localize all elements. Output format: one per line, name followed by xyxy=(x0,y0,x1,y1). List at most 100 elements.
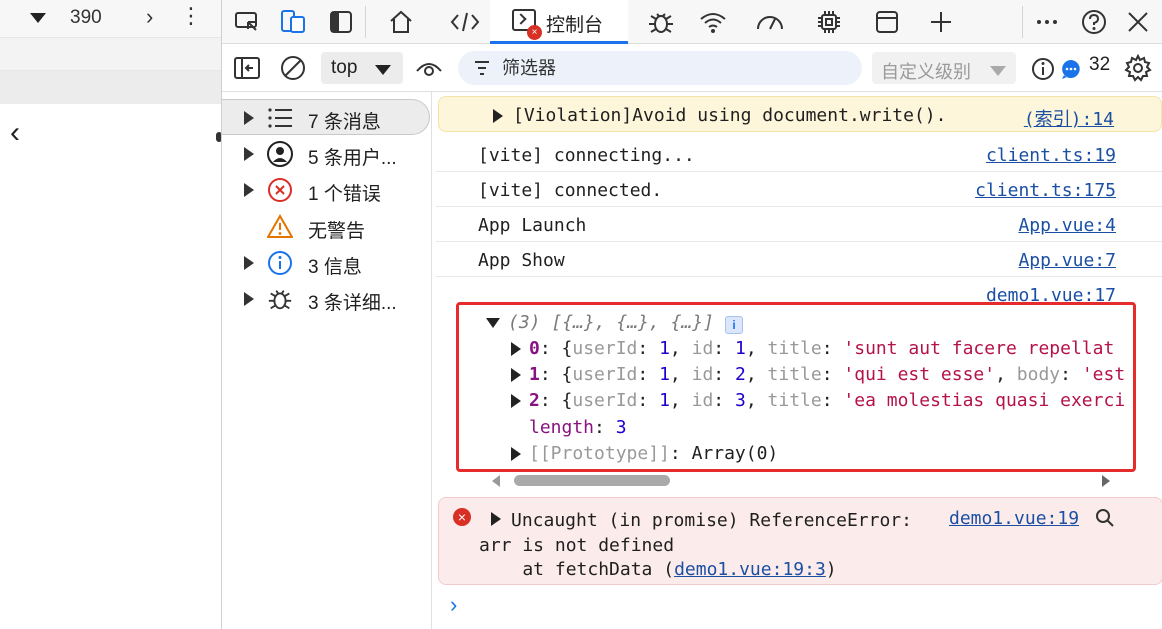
home-icon[interactable] xyxy=(386,7,416,37)
console-row: [vite] connected. client.ts:175 xyxy=(436,172,1162,207)
device-toolbar: 390 › ⋮ xyxy=(0,0,221,38)
console-messages: [Violation]Avoid using document.write().… xyxy=(436,92,1162,629)
array-prototype[interactable]: [[Prototype]]: Array(0) xyxy=(529,443,778,464)
stack-source-link[interactable]: demo1.vue:19:3 xyxy=(674,559,826,580)
console-row: App Show App.vue:7 xyxy=(436,242,1162,277)
info-icon[interactable] xyxy=(1028,54,1058,84)
error-stack: at fetchData (demo1.vue:19:3) xyxy=(479,559,837,580)
tab-console-label: 控制台 xyxy=(546,15,604,36)
error-icon: × xyxy=(453,508,471,526)
filter-icon xyxy=(475,61,489,75)
network-wifi-icon[interactable] xyxy=(698,7,728,37)
elements-icon[interactable] xyxy=(450,7,480,37)
sidebar-item-label: 1 个错误 xyxy=(308,184,381,205)
array-summary[interactable]: (3) [{…}, {…}, {…}] xyxy=(508,312,714,333)
sidebar-item-info[interactable]: 3 信息 xyxy=(222,245,430,281)
search-issue-icon[interactable] xyxy=(1095,508,1115,528)
message-text: [Violation]Avoid using document.write(). xyxy=(513,105,947,126)
sidebar-item-label: 7 条消息 xyxy=(308,112,381,133)
collapse-triangle-icon[interactable] xyxy=(486,318,500,328)
device-toolbar-icon[interactable] xyxy=(278,7,308,37)
info-badge-icon[interactable]: i xyxy=(725,316,743,334)
performance-gauge-icon[interactable] xyxy=(755,7,785,37)
sidebar-item-label: 3 条详细... xyxy=(308,293,397,314)
expand-triangle-icon[interactable] xyxy=(244,147,254,161)
array-item[interactable]: 2: {userId: 1, id: 3, title: 'ea molesti… xyxy=(529,390,1125,411)
source-link[interactable]: demo1.vue:19 xyxy=(949,508,1079,529)
bug-icon xyxy=(268,290,292,310)
page-header-strip xyxy=(0,38,221,71)
sidebar-item-user-messages[interactable]: 5 条用户... xyxy=(222,136,430,172)
sidebar-item-label: 5 条用户... xyxy=(308,148,397,169)
device-width-value[interactable]: 390 xyxy=(70,7,102,29)
scroll-right-icon[interactable] xyxy=(1102,475,1110,487)
user-icon xyxy=(267,141,293,167)
clear-console-icon[interactable] xyxy=(278,53,308,83)
page-navbar: ‹ xyxy=(0,104,222,162)
application-panel-icon[interactable] xyxy=(872,7,902,37)
back-arrow-icon[interactable]: ‹ xyxy=(10,116,20,150)
expand-triangle-icon[interactable] xyxy=(511,394,521,408)
source-link[interactable]: App.vue:7 xyxy=(1018,250,1116,271)
dimensions-dropdown[interactable] xyxy=(30,13,46,23)
help-icon[interactable] xyxy=(1079,7,1109,37)
message-text: [vite] connected. xyxy=(478,180,663,201)
console-row-error[interactable]: × Uncaught (in promise) ReferenceError: … xyxy=(438,497,1162,585)
list-icon xyxy=(268,108,292,128)
add-tab-icon[interactable] xyxy=(926,7,956,37)
memory-chip-icon[interactable] xyxy=(814,7,844,37)
devtools-panel: × 控制台 top 筛选器 自定义级别 32 7 条消息 5 条用户... 1 … xyxy=(221,0,1162,629)
live-expression-eye-icon[interactable] xyxy=(414,53,444,83)
console-row-violation[interactable]: [Violation]Avoid using document.write().… xyxy=(438,96,1162,132)
sidebar-item-label: 无警告 xyxy=(308,221,366,242)
toggle-sidebar-icon[interactable] xyxy=(326,7,356,37)
scrollbar-thumb[interactable] xyxy=(514,475,670,486)
source-link[interactable]: client.ts:19 xyxy=(986,145,1116,166)
more-options-icon[interactable]: ⋮ xyxy=(180,2,202,30)
source-link[interactable]: (索引):14 xyxy=(1024,105,1114,131)
console-toolbar: top 自定义级别 32 xyxy=(222,44,1162,92)
issues-count[interactable]: 32 xyxy=(1089,54,1110,76)
log-levels-dropdown[interactable]: 自定义级别 xyxy=(872,52,1016,84)
error-message: Uncaught (in promise) ReferenceError: xyxy=(511,510,912,531)
message-text: [vite] connecting... xyxy=(478,145,695,166)
expand-triangle-icon[interactable] xyxy=(511,368,521,382)
sidebar-item-warnings[interactable]: 无警告 xyxy=(222,209,430,245)
sidebar-item-verbose[interactable]: 3 条详细... xyxy=(222,281,430,317)
array-item[interactable]: 0: {userId: 1, id: 1, title: 'sunt aut f… xyxy=(529,338,1114,359)
expand-triangle-icon[interactable] xyxy=(491,512,501,526)
array-item[interactable]: 1: {userId: 1, id: 2, title: 'qui est es… xyxy=(529,364,1125,385)
more-tools-icon[interactable] xyxy=(1032,7,1062,37)
info-icon xyxy=(268,251,292,275)
error-badge-icon: × xyxy=(527,25,542,40)
source-link[interactable]: client.ts:175 xyxy=(975,180,1116,201)
expand-triangle-icon[interactable] xyxy=(244,183,254,197)
devtools-tabbar: × 控制台 xyxy=(222,0,1162,44)
expand-triangle-icon[interactable] xyxy=(493,109,503,123)
error-icon xyxy=(268,178,292,202)
expand-triangle-icon[interactable] xyxy=(511,342,521,356)
device-viewport: 390 › ⋮ ‹ xyxy=(0,0,222,629)
source-link[interactable]: App.vue:4 xyxy=(1018,215,1116,236)
horizontal-scrollbar[interactable] xyxy=(490,472,1116,488)
inspect-element-icon[interactable] xyxy=(232,7,262,37)
sources-bug-icon[interactable] xyxy=(646,7,676,37)
expand-triangle-icon[interactable] xyxy=(244,256,254,270)
expand-triangle-icon[interactable] xyxy=(244,111,254,125)
close-devtools-icon[interactable] xyxy=(1123,7,1153,37)
expand-triangle-icon[interactable] xyxy=(511,447,521,461)
filter-input[interactable] xyxy=(502,55,842,81)
filter-input-container[interactable] xyxy=(458,51,862,85)
sidebar-item-errors[interactable]: 1 个错误 xyxy=(222,172,430,208)
expand-triangle-icon[interactable] xyxy=(244,292,254,306)
chevron-right-icon[interactable]: › xyxy=(146,4,153,30)
console-prompt-icon[interactable]: › xyxy=(450,592,457,618)
sidebar-item-messages[interactable]: 7 条消息 xyxy=(222,99,430,135)
console-settings-gear-icon[interactable] xyxy=(1123,53,1153,83)
context-selector[interactable]: top xyxy=(321,52,403,84)
issues-message-icon[interactable] xyxy=(1056,54,1086,84)
show-sidebar-icon[interactable] xyxy=(232,53,262,83)
console-row: [vite] connecting... client.ts:19 xyxy=(436,137,1162,172)
scroll-left-icon[interactable] xyxy=(492,475,500,487)
tab-console[interactable]: × 控制台 xyxy=(490,0,628,44)
